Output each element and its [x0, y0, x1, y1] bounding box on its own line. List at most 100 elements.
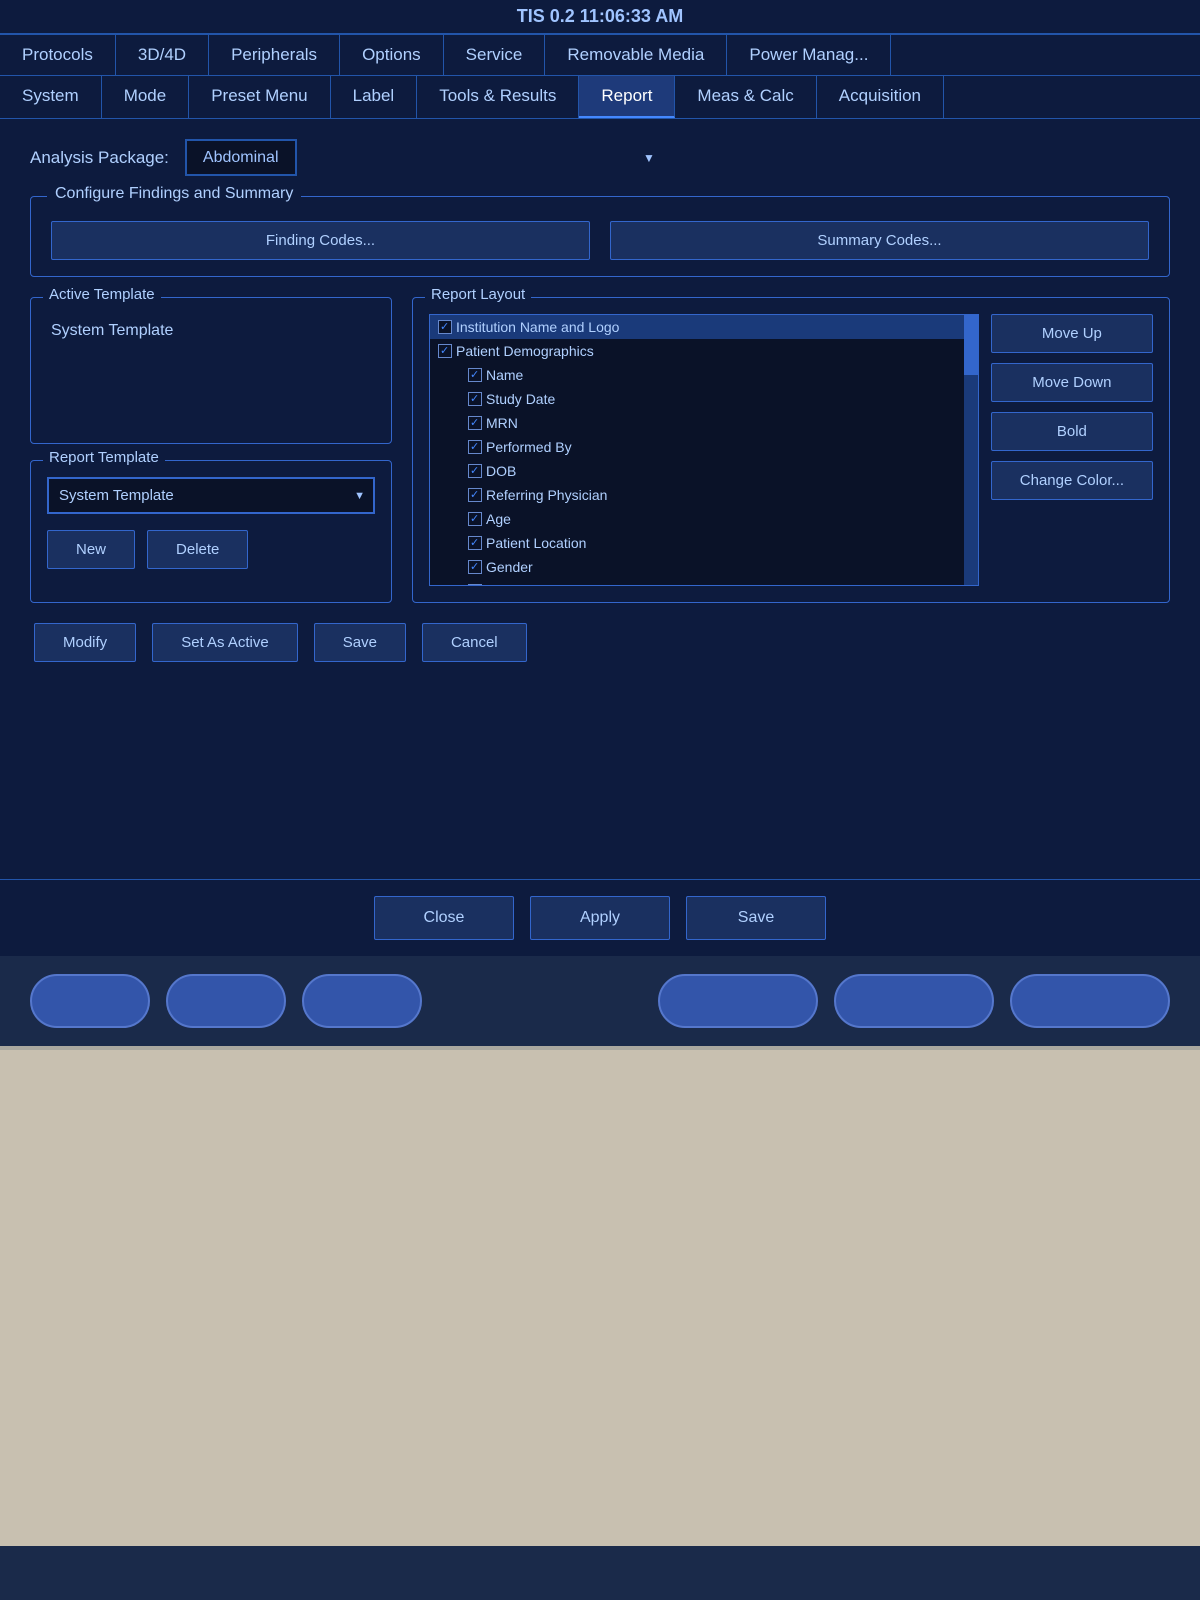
active-template-title: Active Template: [43, 286, 161, 303]
device-body: [0, 1046, 1200, 1546]
tab-options[interactable]: Options: [340, 35, 444, 75]
main-area: Analysis Package: Abdominal Cardiac OB V…: [0, 119, 1200, 879]
status-text: TIS 0.2 11:06:33 AM: [517, 6, 683, 26]
layout-list: Institution Name and Logo Patient Demogr…: [430, 315, 978, 585]
save-button[interactable]: Save: [686, 896, 826, 940]
list-item[interactable]: Gender: [430, 555, 978, 579]
delete-template-button[interactable]: Delete: [147, 530, 248, 569]
configure-findings-title: Configure Findings and Summary: [47, 185, 301, 203]
checkbox-gender[interactable]: [468, 560, 482, 574]
list-item[interactable]: Institution Name and Logo: [430, 315, 978, 339]
checkbox-study-date[interactable]: [468, 392, 482, 406]
left-col: Active Template System Template Report T…: [30, 297, 392, 603]
configure-findings-panel: Configure Findings and Summary Finding C…: [30, 196, 1170, 277]
checkbox-name[interactable]: [468, 368, 482, 382]
list-item[interactable]: Name: [430, 363, 978, 387]
list-item[interactable]: MRN: [430, 411, 978, 435]
tab-acquisition[interactable]: Acquisition: [817, 76, 944, 118]
list-item-label: Institution Name and Logo: [456, 319, 619, 335]
checkbox-performed-by[interactable]: [468, 440, 482, 454]
tab-protocols[interactable]: Protocols: [0, 35, 116, 75]
tab-peripherals[interactable]: Peripherals: [209, 35, 340, 75]
new-template-button[interactable]: New: [47, 530, 135, 569]
bottom-actions-row: Modify Set As Active Save Cancel: [30, 623, 1170, 662]
list-item-label: DOB: [486, 463, 516, 479]
tab-system[interactable]: System: [0, 76, 102, 118]
list-item[interactable]: DOB: [430, 459, 978, 483]
nav-row-1: Protocols 3D/4D Peripherals Options Serv…: [0, 35, 1200, 76]
tab-meas-calc[interactable]: Meas & Calc: [675, 76, 816, 118]
tab-preset-menu[interactable]: Preset Menu: [189, 76, 330, 118]
hw-button-4[interactable]: [658, 974, 818, 1028]
summary-codes-button[interactable]: Summary Codes...: [610, 221, 1149, 260]
status-bar: TIS 0.2 11:06:33 AM: [0, 0, 1200, 35]
hw-button-6[interactable]: [1010, 974, 1170, 1028]
two-col-section: Active Template System Template Report T…: [30, 297, 1170, 603]
set-as-active-button[interactable]: Set As Active: [152, 623, 298, 662]
checkbox-age[interactable]: [468, 512, 482, 526]
report-template-select[interactable]: System Template: [47, 477, 375, 514]
tab-report[interactable]: Report: [579, 76, 675, 118]
finding-codes-button[interactable]: Finding Codes...: [51, 221, 590, 260]
hardware-row: [0, 956, 1200, 1046]
list-item-label: Patient History: [486, 583, 577, 585]
report-template-title: Report Template: [43, 449, 165, 466]
template-buttons-row: New Delete: [47, 530, 375, 569]
analysis-package-select-wrapper: Abdominal Cardiac OB Vascular: [185, 139, 665, 176]
list-item-label: Name: [486, 367, 523, 383]
list-item-label: Referring Physician: [486, 487, 607, 503]
close-button[interactable]: Close: [374, 896, 514, 940]
checkbox-patient-history[interactable]: [468, 584, 482, 585]
hw-button-1[interactable]: [30, 974, 150, 1028]
list-item[interactable]: Patient Location: [430, 531, 978, 555]
nav-row-2: System Mode Preset Menu Label Tools & Re…: [0, 76, 1200, 119]
active-template-panel: Active Template System Template: [30, 297, 392, 444]
layout-scrollbar[interactable]: [964, 315, 978, 585]
checkbox-dob[interactable]: [468, 464, 482, 478]
cancel-template-button[interactable]: Cancel: [422, 623, 527, 662]
report-template-select-wrapper: System Template: [47, 477, 375, 514]
checkbox-institution[interactable]: [438, 320, 452, 334]
tab-3d4d[interactable]: 3D/4D: [116, 35, 209, 75]
report-layout-title: Report Layout: [425, 286, 531, 303]
list-item[interactable]: Performed By: [430, 435, 978, 459]
tab-service[interactable]: Service: [444, 35, 546, 75]
tab-label[interactable]: Label: [331, 76, 418, 118]
active-template-value: System Template: [47, 314, 375, 344]
apply-button[interactable]: Apply: [530, 896, 670, 940]
checkbox-patient-demo[interactable]: [438, 344, 452, 358]
list-item-label: Patient Demographics: [456, 343, 594, 359]
report-layout-panel: Report Layout Institution Name and Logo …: [412, 297, 1170, 603]
hw-button-5[interactable]: [834, 974, 994, 1028]
analysis-package-select[interactable]: Abdominal Cardiac OB Vascular: [185, 139, 297, 176]
checkbox-referring[interactable]: [468, 488, 482, 502]
list-item-label: Gender: [486, 559, 533, 575]
list-item[interactable]: Referring Physician: [430, 483, 978, 507]
tab-tools-results[interactable]: Tools & Results: [417, 76, 579, 118]
list-item[interactable]: Patient History: [430, 579, 978, 585]
move-up-button[interactable]: Move Up: [991, 314, 1153, 353]
save-template-button[interactable]: Save: [314, 623, 406, 662]
checkbox-patient-location[interactable]: [468, 536, 482, 550]
list-item[interactable]: Patient Demographics: [430, 339, 978, 363]
analysis-package-label: Analysis Package:: [30, 148, 169, 168]
bold-button[interactable]: Bold: [991, 412, 1153, 451]
list-item[interactable]: Age: [430, 507, 978, 531]
tab-mode[interactable]: Mode: [102, 76, 190, 118]
list-item[interactable]: Study Date: [430, 387, 978, 411]
hw-button-2[interactable]: [166, 974, 286, 1028]
list-item-label: MRN: [486, 415, 518, 431]
report-template-panel: Report Template System Template New Dele…: [30, 460, 392, 603]
change-color-button[interactable]: Change Color...: [991, 461, 1153, 500]
tab-removable-media[interactable]: Removable Media: [545, 35, 727, 75]
checkbox-mrn[interactable]: [468, 416, 482, 430]
list-item-label: Age: [486, 511, 511, 527]
findings-buttons-row: Finding Codes... Summary Codes...: [51, 213, 1149, 260]
move-down-button[interactable]: Move Down: [991, 363, 1153, 402]
analysis-package-row: Analysis Package: Abdominal Cardiac OB V…: [30, 139, 1170, 176]
layout-inner: Institution Name and Logo Patient Demogr…: [429, 314, 1153, 586]
hw-button-3[interactable]: [302, 974, 422, 1028]
tab-power-manag[interactable]: Power Manag...: [727, 35, 891, 75]
modify-button[interactable]: Modify: [34, 623, 136, 662]
layout-action-buttons: Move Up Move Down Bold Change Color...: [991, 314, 1153, 586]
